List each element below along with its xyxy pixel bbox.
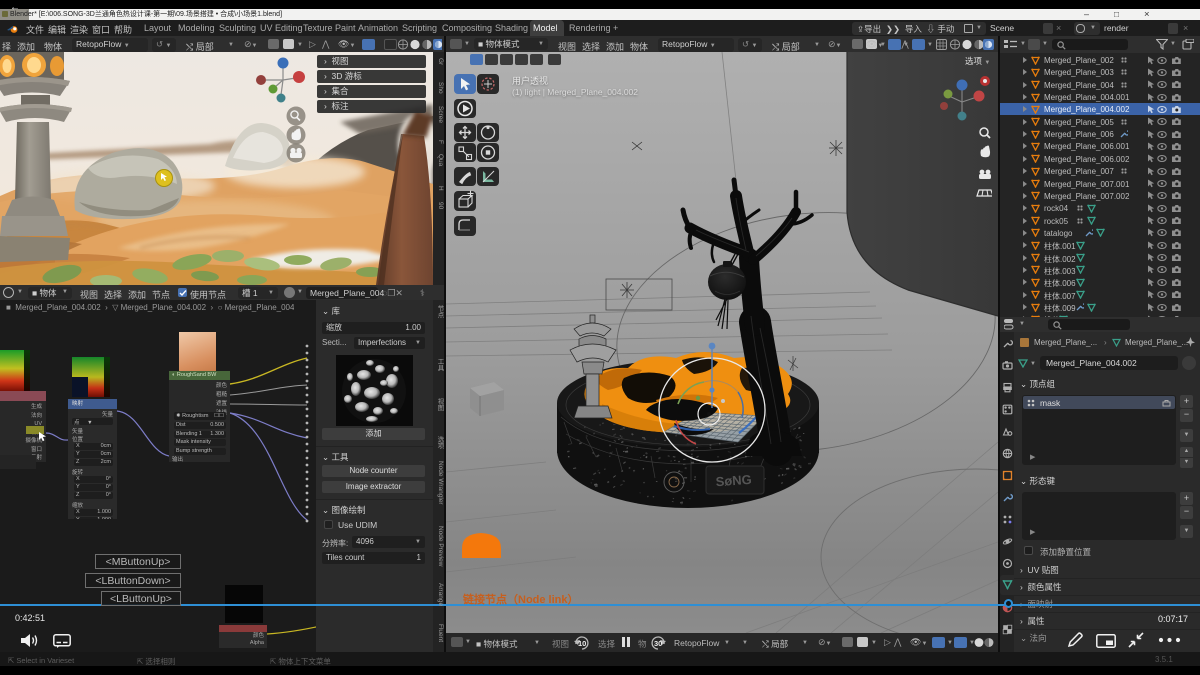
svg-text:SøNG: SøNG: [715, 472, 752, 489]
